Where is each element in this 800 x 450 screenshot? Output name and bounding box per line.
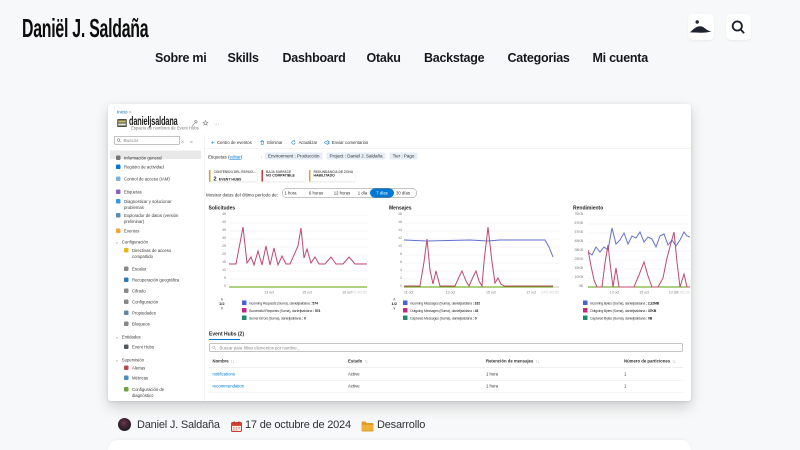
svg-text:…: … <box>214 121 220 127</box>
